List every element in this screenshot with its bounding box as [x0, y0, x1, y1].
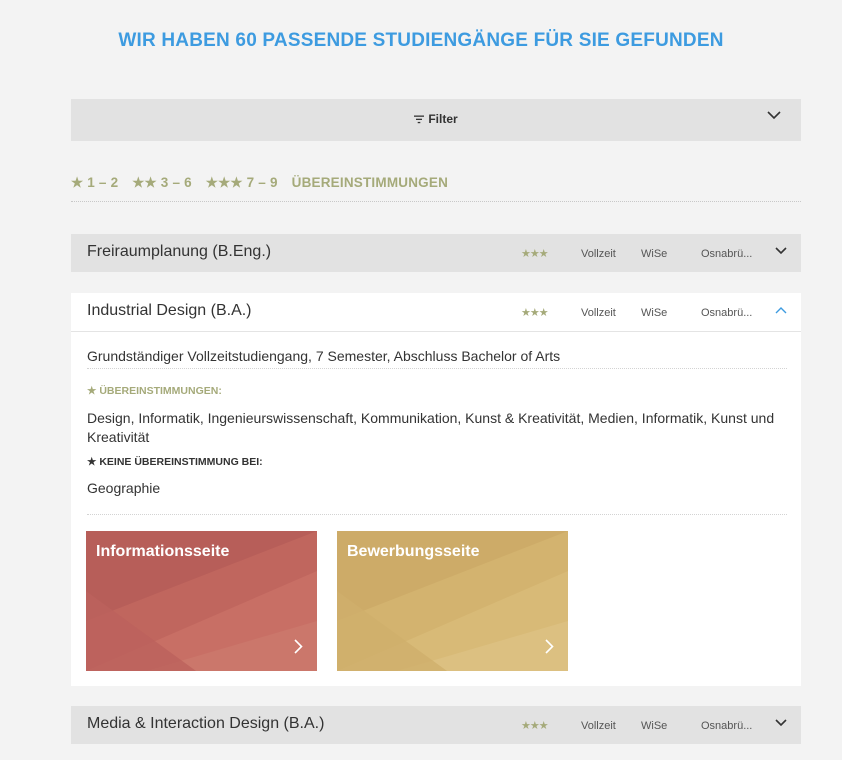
course-location: Osnabrü... [701, 248, 753, 260]
course-mode: Vollzeit [581, 307, 616, 319]
course-stars: ★★★ [521, 248, 549, 260]
chevron-down-icon[interactable] [775, 719, 787, 727]
matches-heading: ★ ÜBEREINSTIMMUNGEN: [87, 385, 222, 397]
matches-text: Design, Informatik, Ingenieurswissenscha… [87, 410, 775, 445]
course-location: Osnabrü... [701, 307, 753, 319]
course-detail-panel: Grundständiger Vollzeitstudiengang, 7 Se… [71, 332, 801, 686]
course-row-industrial-design[interactable]: Industrial Design (B.A.) ★★★ Vollzeit Wi… [71, 293, 801, 332]
course-semester: WiSe [641, 307, 668, 319]
filter-toggle[interactable]: Filter [71, 112, 801, 126]
chevron-down-icon[interactable] [775, 247, 787, 255]
course-description: Grundständiger Vollzeitstudiengang, 7 Se… [87, 348, 787, 369]
course-location: Osnabrü... [701, 720, 753, 732]
course-semester: WiSe [641, 720, 668, 732]
chevron-right-icon [545, 639, 554, 654]
course-row-freiraumplanung[interactable]: Freiraumplanung (B.Eng.) ★★★ Vollzeit Wi… [71, 234, 801, 272]
course-title: Media & Interaction Design (B.A.) [87, 715, 325, 732]
divider [87, 514, 787, 515]
course-stars: ★★★ [521, 720, 549, 732]
tile-label: Informationsseite [96, 543, 230, 560]
legend-label: ÜBEREINSTIMMUNGEN [291, 175, 449, 190]
page-title: WIR HABEN 60 PASSENDE STUDIENGÄNGE FÜR S… [118, 30, 724, 51]
course-title: Freiraumplanung (B.Eng.) [87, 243, 272, 260]
tile-label: Bewerbungsseite [347, 543, 480, 560]
course-mode: Vollzeit [581, 248, 616, 260]
legend-range-1: ★ 1 – 2 [71, 175, 119, 190]
course-stars: ★★★ [521, 307, 549, 319]
chevron-down-icon[interactable] [767, 111, 781, 120]
info-page-tile[interactable]: Informationsseite [86, 531, 317, 671]
chevron-right-icon [294, 639, 303, 654]
filter-bar[interactable]: Filter [71, 99, 801, 141]
filter-icon [414, 115, 425, 124]
course-semester: WiSe [641, 248, 668, 260]
filter-label: Filter [428, 112, 458, 126]
legend-range-3: ★★★ 7 – 9 [205, 175, 278, 190]
match-legend: ★ 1 – 2 ★★ 3 – 6 ★★★ 7 – 9 ÜBEREINSTIMMU… [71, 175, 801, 202]
legend-range-2: ★★ 3 – 6 [132, 175, 192, 190]
course-title: Industrial Design (B.A.) [87, 302, 252, 319]
course-mode: Vollzeit [581, 720, 616, 732]
course-row-media-interaction-design[interactable]: Media & Interaction Design (B.A.) ★★★ Vo… [71, 706, 801, 744]
application-page-tile[interactable]: Bewerbungsseite [337, 531, 568, 671]
chevron-up-icon[interactable] [775, 306, 787, 314]
no-match-heading: ★ KEINE ÜBEREINSTIMMUNG BEI: [87, 456, 263, 468]
no-match-text: Geographie [87, 480, 161, 496]
